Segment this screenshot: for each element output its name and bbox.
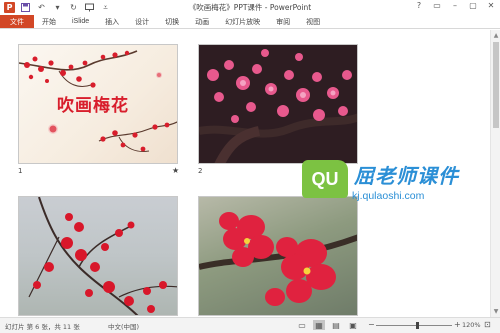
tab-view[interactable]: 视图 <box>298 15 328 28</box>
watermark: QU 屈老师课件 kj.qulaoshi.com <box>302 160 482 210</box>
slide-counter: 幻灯片 第 6 张，共 11 张 <box>5 323 80 331</box>
zoom-percent[interactable]: 120% <box>462 321 481 329</box>
fit-to-window-icon[interactable]: ⊡ <box>484 320 491 329</box>
slide-thumbnail-3[interactable] <box>18 196 178 316</box>
transition-star-icon: ★ <box>172 166 180 175</box>
red-plum-branch-photo <box>28 197 177 315</box>
slide-thumbnail-1[interactable]: 吹画梅花 <box>18 44 178 164</box>
tab-home[interactable]: 开始 <box>34 15 64 28</box>
reading-view-icon[interactable]: ▤ <box>330 320 342 330</box>
tab-transitions[interactable]: 切换 <box>157 15 187 28</box>
window-controls: ? ▭ – ▢ ✕ <box>414 1 496 10</box>
watermark-url: kj.qulaoshi.com <box>352 190 425 202</box>
tab-animations[interactable]: 动画 <box>187 15 217 28</box>
tab-file[interactable]: 文件 <box>0 15 34 28</box>
maximize-button[interactable]: ▢ <box>468 1 478 10</box>
language-indicator[interactable]: 中文(中国) <box>108 321 139 331</box>
tab-design[interactable]: 设计 <box>127 15 157 28</box>
scroll-up-icon[interactable]: ▲ <box>491 32 500 39</box>
slide-thumbnail-2[interactable] <box>198 44 358 164</box>
vertical-scrollbar[interactable]: ▲ ▼ <box>490 30 500 317</box>
zoom-slider-knob[interactable] <box>416 322 420 329</box>
slide-thumbnail-4[interactable] <box>198 196 358 316</box>
zoom-slider[interactable] <box>376 325 452 326</box>
ribbon-tabs: 文件 开始 iSlide 插入 设计 切换 动画 幻灯片放映 审阅 视图 <box>0 15 500 29</box>
slideshow-view-icon[interactable]: ▣ <box>347 320 359 330</box>
zoom-in-icon[interactable]: + <box>454 320 461 329</box>
scroll-thumb[interactable] <box>493 42 499 128</box>
slide-number-2: 2 <box>198 167 203 175</box>
normal-view-icon[interactable]: ▭ <box>296 320 308 330</box>
zoom-out-icon[interactable]: − <box>368 320 375 329</box>
status-bar: 幻灯片 第 6 张，共 11 张 中文(中国) ▭ ▦ ▤ ▣ − + 120%… <box>0 317 500 333</box>
slide-number-1: 1 <box>18 167 23 175</box>
title-bar: P ↶ ▾ ↻ ⩡ 《吹画梅花》PPT课件 - PowerPoint ? ▭ –… <box>0 0 500 15</box>
watermark-logo: QU <box>302 160 348 198</box>
view-buttons: ▭ ▦ ▤ ▣ <box>296 320 359 330</box>
tab-slideshow[interactable]: 幻灯片放映 <box>217 15 268 28</box>
tab-insert[interactable]: 插入 <box>97 15 127 28</box>
close-button[interactable]: ✕ <box>486 1 496 10</box>
ribbon-display-button[interactable]: ▭ <box>432 1 442 10</box>
slide-sorter-view-icon[interactable]: ▦ <box>313 320 325 330</box>
minimize-button[interactable]: – <box>450 1 460 10</box>
pink-flower-closeup-photo <box>199 212 357 306</box>
tab-review[interactable]: 审阅 <box>268 15 298 28</box>
pink-plum-blossom-photo <box>199 45 357 163</box>
scroll-down-icon[interactable]: ▼ <box>491 308 500 315</box>
tab-islide[interactable]: iSlide <box>64 15 97 28</box>
slide-1-title: 吹画梅花 <box>57 96 129 116</box>
help-button[interactable]: ? <box>414 1 424 10</box>
watermark-name: 屈老师课件 <box>354 164 459 188</box>
